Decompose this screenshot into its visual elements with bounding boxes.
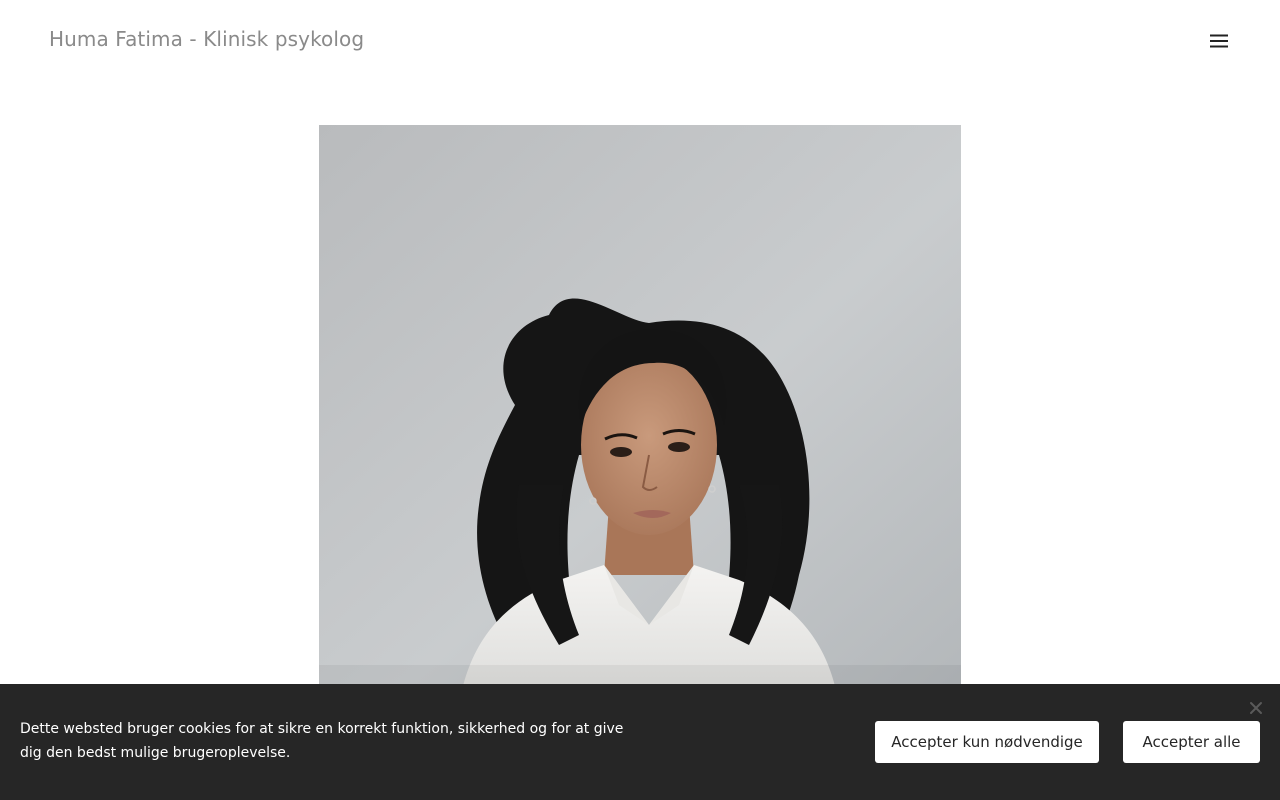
site-title[interactable]: Huma Fatima - Klinisk psykolog [49,26,364,52]
cookie-banner-text: Dette websted bruger cookies for at sikr… [20,721,624,761]
accept-necessary-button[interactable]: Accepter kun nødvendige [875,721,1099,763]
close-icon [1250,702,1262,714]
site-header: Huma Fatima - Klinisk psykolog [0,0,1280,80]
accept-all-button[interactable]: Accepter alle [1123,721,1260,763]
cookie-banner: Dette websted bruger cookies for at sikr… [0,684,1280,800]
cookie-close-button[interactable] [1246,698,1266,718]
hamburger-menu-icon [1210,34,1228,48]
page: Huma Fatima - Klinisk psykolog Dette web… [0,0,1280,800]
portrait-photo [319,125,961,705]
menu-button[interactable] [1203,25,1235,57]
